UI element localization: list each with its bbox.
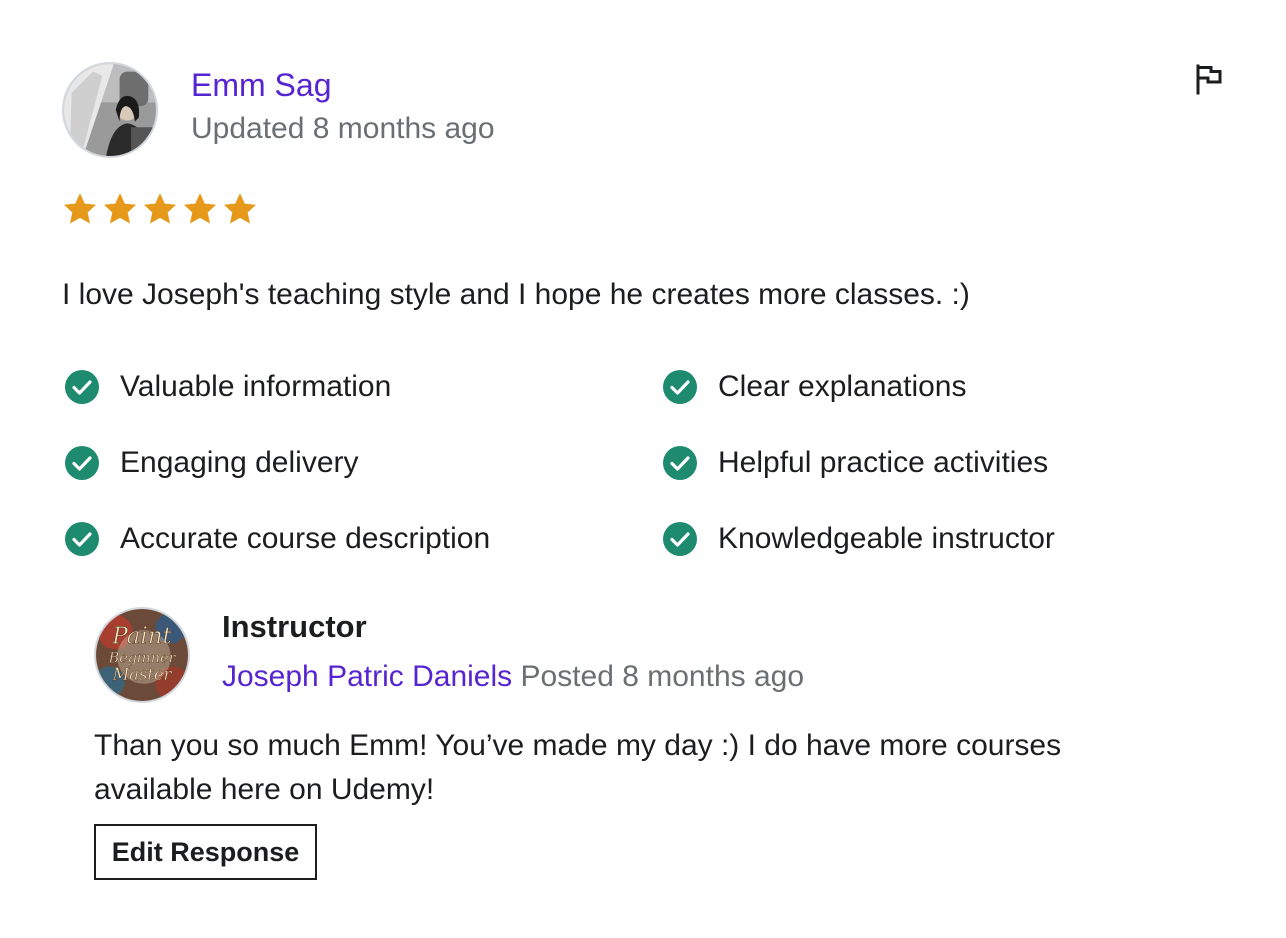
svg-text:Master: Master <box>112 665 173 684</box>
feedback-item: Clear explanations <box>662 367 966 407</box>
star-icon <box>142 190 178 228</box>
check-circle-icon <box>64 521 100 557</box>
feedback-label: Accurate course description <box>120 522 491 555</box>
feedback-label: Engaging delivery <box>120 446 359 479</box>
feedback-label: Helpful practice activities <box>718 446 1049 479</box>
reviewer-avatar[interactable] <box>62 62 158 158</box>
review-updated-time: Updated 8 months ago <box>191 112 495 145</box>
star-icon <box>222 190 258 228</box>
feedback-label: Knowledgeable instructor <box>718 522 1055 555</box>
feedback-item: Accurate course description <box>64 519 490 559</box>
instructor-logo: Paint Beginner Master <box>96 609 188 701</box>
feedback-label: Clear explanations <box>718 370 967 403</box>
reviewer-photo <box>64 64 156 156</box>
review-text: I love Joseph's teaching style and I hop… <box>62 278 970 311</box>
star-icon <box>102 190 138 228</box>
star-icon <box>182 190 218 228</box>
instructor-byline: Joseph Patric Daniels Posted 8 months ag… <box>222 658 804 696</box>
instructor-name[interactable]: Joseph Patric Daniels <box>222 660 512 693</box>
feedback-item: Engaging delivery <box>64 443 359 483</box>
report-flag-button[interactable] <box>1192 62 1226 96</box>
instructor-avatar[interactable]: Paint Beginner Master <box>94 607 190 703</box>
response-posted-time: Posted 8 months ago <box>520 660 805 693</box>
feedback-item: Knowledgeable instructor <box>662 519 1055 559</box>
svg-text:Paint: Paint <box>111 624 172 650</box>
star-icon <box>62 190 98 228</box>
check-circle-icon <box>64 369 100 405</box>
reviewer-name[interactable]: Emm Sag <box>191 66 331 104</box>
check-circle-icon <box>64 445 100 481</box>
check-circle-icon <box>662 369 698 405</box>
review-card: Emm Sag Updated 8 months ago I love Jose… <box>0 0 1286 938</box>
instructor-role-label: Instructor <box>222 609 367 644</box>
feedback-label: Valuable information <box>120 370 392 403</box>
edit-response-button[interactable]: Edit Response <box>94 824 317 880</box>
check-circle-icon <box>662 521 698 557</box>
feedback-item: Helpful practice activities <box>662 443 1048 483</box>
instructor-response-text: Than you so much Emm! You’ve made my day… <box>94 729 1062 806</box>
star-rating <box>62 190 258 228</box>
flag-icon <box>1196 64 1222 95</box>
feedback-item: Valuable information <box>64 367 391 407</box>
check-circle-icon <box>662 445 698 481</box>
